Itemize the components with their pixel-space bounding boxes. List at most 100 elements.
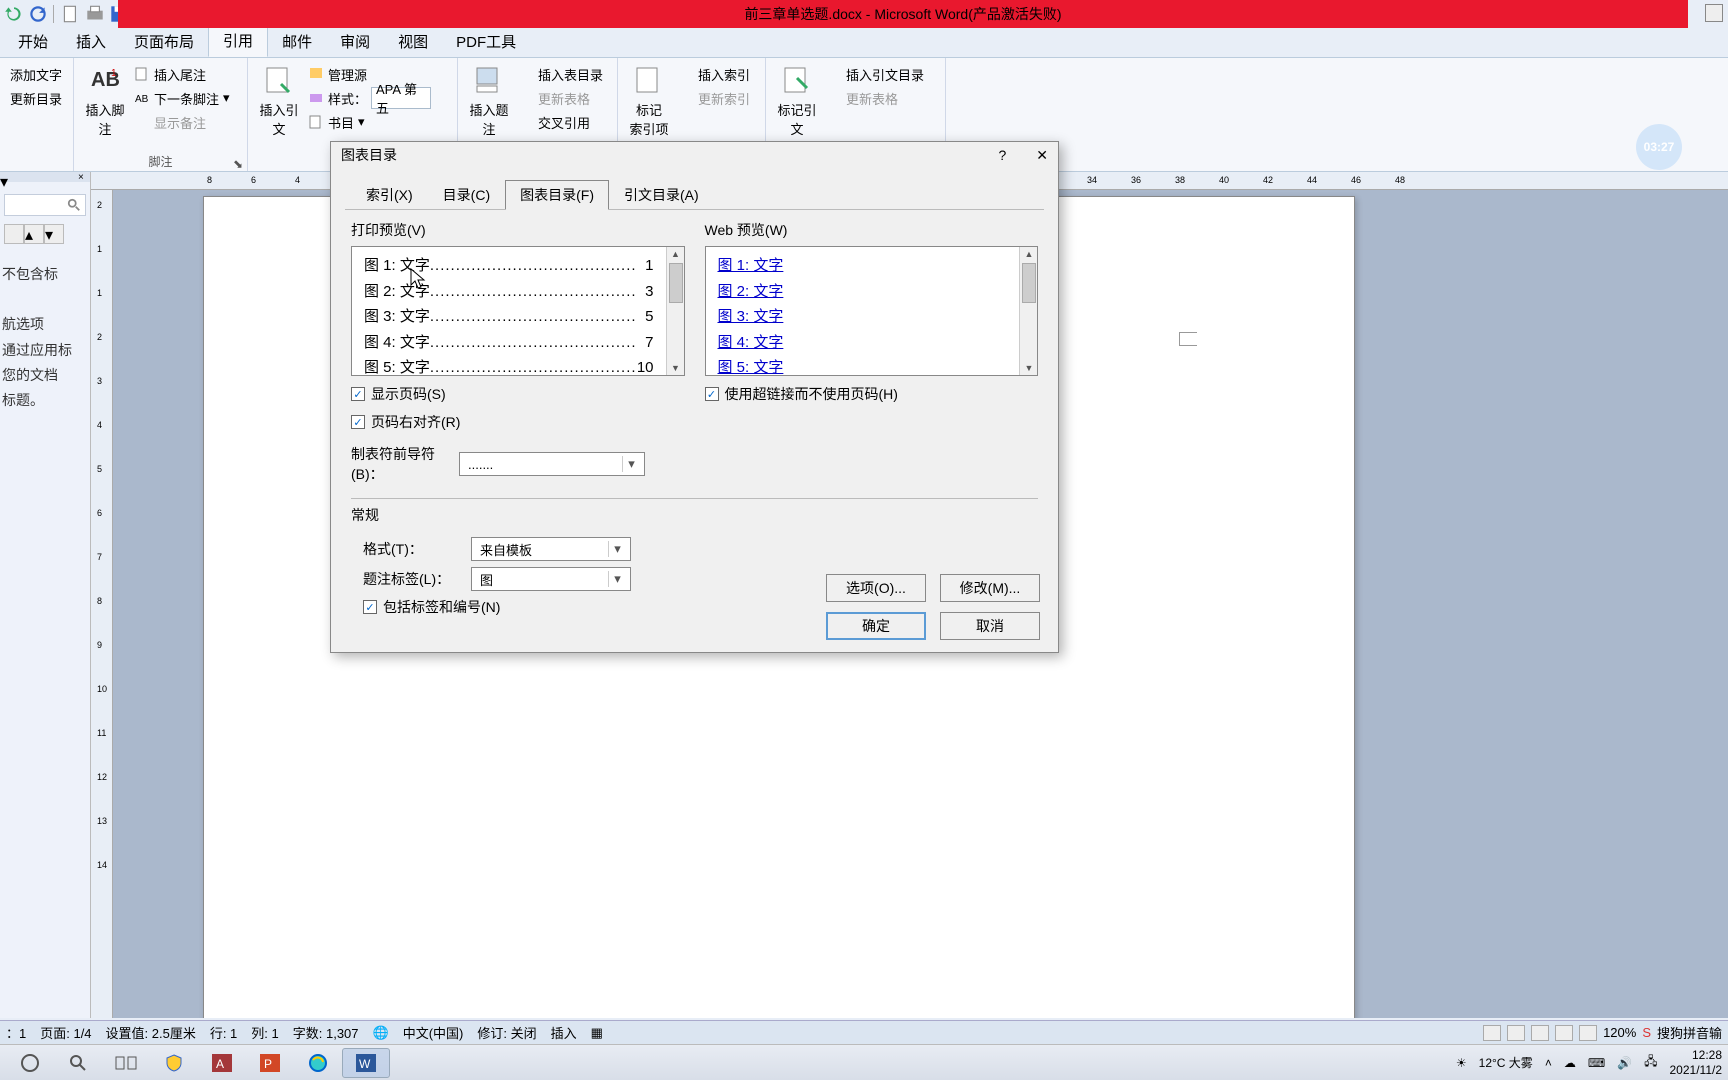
tray-network-icon[interactable]: 🖧 xyxy=(1644,1052,1657,1073)
status-lang[interactable]: 中文(中国) xyxy=(403,1023,464,1042)
search-icon[interactable] xyxy=(54,1048,102,1078)
tray-time[interactable]: 12:28 xyxy=(1670,1048,1723,1062)
view-web-icon[interactable] xyxy=(1531,1025,1549,1041)
insert-footnote-button[interactable]: AB1插入脚注 xyxy=(80,62,130,138)
include-label-checkbox[interactable]: ✓ xyxy=(363,600,377,614)
show-notes-button[interactable]: 显示备注 xyxy=(130,110,234,134)
nav-tab-1[interactable] xyxy=(4,224,24,244)
insert-index-button[interactable]: 插入索引 xyxy=(674,62,754,86)
tab-review[interactable]: 审阅 xyxy=(326,27,384,57)
next-footnote-button[interactable]: AB下一条脚注▾ xyxy=(130,86,234,110)
scroll-up-icon[interactable]: ▲ xyxy=(669,247,683,261)
print-icon[interactable] xyxy=(84,3,106,25)
status-page[interactable]: 页面: 1/4 xyxy=(40,1023,91,1042)
vertical-ruler[interactable]: 211234567891011121314 xyxy=(91,190,113,1018)
start-icon[interactable] xyxy=(6,1048,54,1078)
tab-layout[interactable]: 页面布局 xyxy=(120,27,208,57)
tray-date[interactable]: 2021/11/2 xyxy=(1670,1063,1723,1077)
dialog-help-icon[interactable]: ? xyxy=(998,147,1006,164)
svg-text:W: W xyxy=(359,1057,371,1071)
citation-style-row: 样式：APA 第五 xyxy=(304,86,435,110)
include-label-text: 包括标签和编号(N) xyxy=(383,597,500,617)
status-zoom[interactable]: 120% xyxy=(1603,1025,1636,1040)
tray-volume-icon[interactable]: 🔊 xyxy=(1617,1056,1632,1070)
insert-fig-toc-button[interactable]: 插入表目录 xyxy=(514,62,607,86)
status-words[interactable]: 字数: 1,307 xyxy=(293,1023,359,1042)
dialog-tab-authorities[interactable]: 引文目录(A) xyxy=(609,180,714,210)
insert-citation-button[interactable]: 插入引文 xyxy=(254,62,304,138)
ime-icon[interactable]: S xyxy=(1642,1025,1651,1040)
nav-tab-down[interactable]: ▾ xyxy=(44,224,64,244)
chevron-down-icon: ▾ xyxy=(608,571,626,587)
view-draft-icon[interactable] xyxy=(1579,1025,1597,1041)
tray-chevron-icon[interactable]: ˄ xyxy=(1545,1056,1552,1070)
scroll-down-icon[interactable]: ▼ xyxy=(669,361,683,375)
tab-insert[interactable]: 插入 xyxy=(62,27,120,57)
powerpoint-icon[interactable]: P xyxy=(246,1048,294,1078)
tab-view[interactable]: 视图 xyxy=(384,27,442,57)
mark-index-button[interactable]: 标记 索引项 xyxy=(624,62,674,138)
nav-tab-up[interactable]: ▴ xyxy=(24,224,44,244)
tab-mail[interactable]: 邮件 xyxy=(268,27,326,57)
update-index-button[interactable]: 更新索引 xyxy=(674,86,754,110)
tray-keyboard-icon[interactable]: ⌨ xyxy=(1588,1056,1605,1070)
add-text-button[interactable]: 添加文字 xyxy=(6,62,66,86)
ie-icon[interactable] xyxy=(294,1048,342,1078)
taskview-icon[interactable] xyxy=(102,1048,150,1078)
hyperlink-checkbox[interactable]: ✓ xyxy=(705,387,719,401)
footnote-launcher-icon[interactable]: ⬊ xyxy=(232,157,244,169)
tab-pdf[interactable]: PDF工具 xyxy=(442,27,530,57)
update-toc-button[interactable]: 更新目录 xyxy=(6,86,66,110)
scroll-up-icon[interactable]: ▲ xyxy=(1022,247,1036,261)
undo-icon[interactable] xyxy=(3,3,25,25)
defender-icon[interactable] xyxy=(150,1048,198,1078)
weather-icon[interactable]: ☀ xyxy=(1456,1056,1467,1070)
redo-icon[interactable] xyxy=(27,3,49,25)
leader-combo[interactable]: .......▾ xyxy=(459,452,645,476)
new-icon[interactable] xyxy=(60,3,82,25)
show-page-checkbox[interactable]: ✓ xyxy=(351,387,365,401)
tab-references[interactable]: 引用 xyxy=(208,25,268,57)
window-restore-icon[interactable] xyxy=(1705,4,1723,22)
modify-button[interactable]: 修改(M)... xyxy=(940,574,1040,602)
nav-search-input[interactable] xyxy=(4,194,86,216)
dialog-tab-index[interactable]: 索引(X) xyxy=(351,180,428,210)
options-button[interactable]: 选项(O)... xyxy=(826,574,926,602)
ok-button[interactable]: 确定 xyxy=(826,612,926,640)
access-icon[interactable]: A xyxy=(198,1048,246,1078)
caption-label-combo[interactable]: 图▾ xyxy=(471,567,631,591)
word-icon[interactable]: W xyxy=(342,1048,390,1078)
insert-caption-button[interactable]: 插入题注 xyxy=(464,62,514,138)
mark-citation-button[interactable]: 标记引文 xyxy=(772,62,822,138)
print-preview-scrollbar[interactable]: ▲ ▼ xyxy=(666,247,684,375)
update-fig-button[interactable]: 更新表格 xyxy=(514,86,607,110)
web-preview-scrollbar[interactable]: ▲ ▼ xyxy=(1019,247,1037,375)
weather-text[interactable]: 12°C 大雾 xyxy=(1479,1054,1533,1071)
update-authority-button[interactable]: 更新表格 xyxy=(822,86,928,110)
insert-authority-button[interactable]: 插入引文目录 xyxy=(822,62,928,86)
dialog-tab-figures[interactable]: 图表目录(F) xyxy=(505,180,609,210)
status-pos: 设置值: 2.5厘米 xyxy=(106,1023,196,1042)
view-outline-icon[interactable] xyxy=(1555,1025,1573,1041)
view-read-icon[interactable] xyxy=(1507,1025,1525,1041)
tray-cloud-icon[interactable]: ☁ xyxy=(1564,1056,1576,1070)
insert-endnote-button[interactable]: 插入尾注 xyxy=(130,62,234,86)
crossref-button[interactable]: 交叉引用 xyxy=(514,110,607,134)
nav-close-icon[interactable]: × xyxy=(78,172,88,182)
view-print-icon[interactable] xyxy=(1483,1025,1501,1041)
bibliography-button[interactable]: 书目▾ xyxy=(304,110,435,134)
scroll-down-icon[interactable]: ▼ xyxy=(1022,361,1036,375)
dialog-close-icon[interactable]: ✕ xyxy=(1036,147,1048,164)
citation-style-combo[interactable]: APA 第五 xyxy=(371,87,431,109)
cancel-button[interactable]: 取消 xyxy=(940,612,1040,640)
format-combo[interactable]: 来自模板▾ xyxy=(471,537,631,561)
status-ime: 搜狗拼音输 xyxy=(1657,1023,1722,1042)
status-macro-icon[interactable]: ▦ xyxy=(591,1025,603,1041)
status-track[interactable]: 修订: 关闭 xyxy=(477,1023,536,1042)
status-mode[interactable]: 插入 xyxy=(551,1023,577,1042)
dialog-tab-toc[interactable]: 目录(C) xyxy=(428,180,505,210)
tab-home[interactable]: 开始 xyxy=(4,27,62,57)
titlebar: ▾ 前三章单选题.docx - Microsoft Word(产品激活失败) xyxy=(0,0,1728,28)
right-align-checkbox[interactable]: ✓ xyxy=(351,415,365,429)
status-lang-icon[interactable]: 🌐 xyxy=(373,1025,389,1041)
